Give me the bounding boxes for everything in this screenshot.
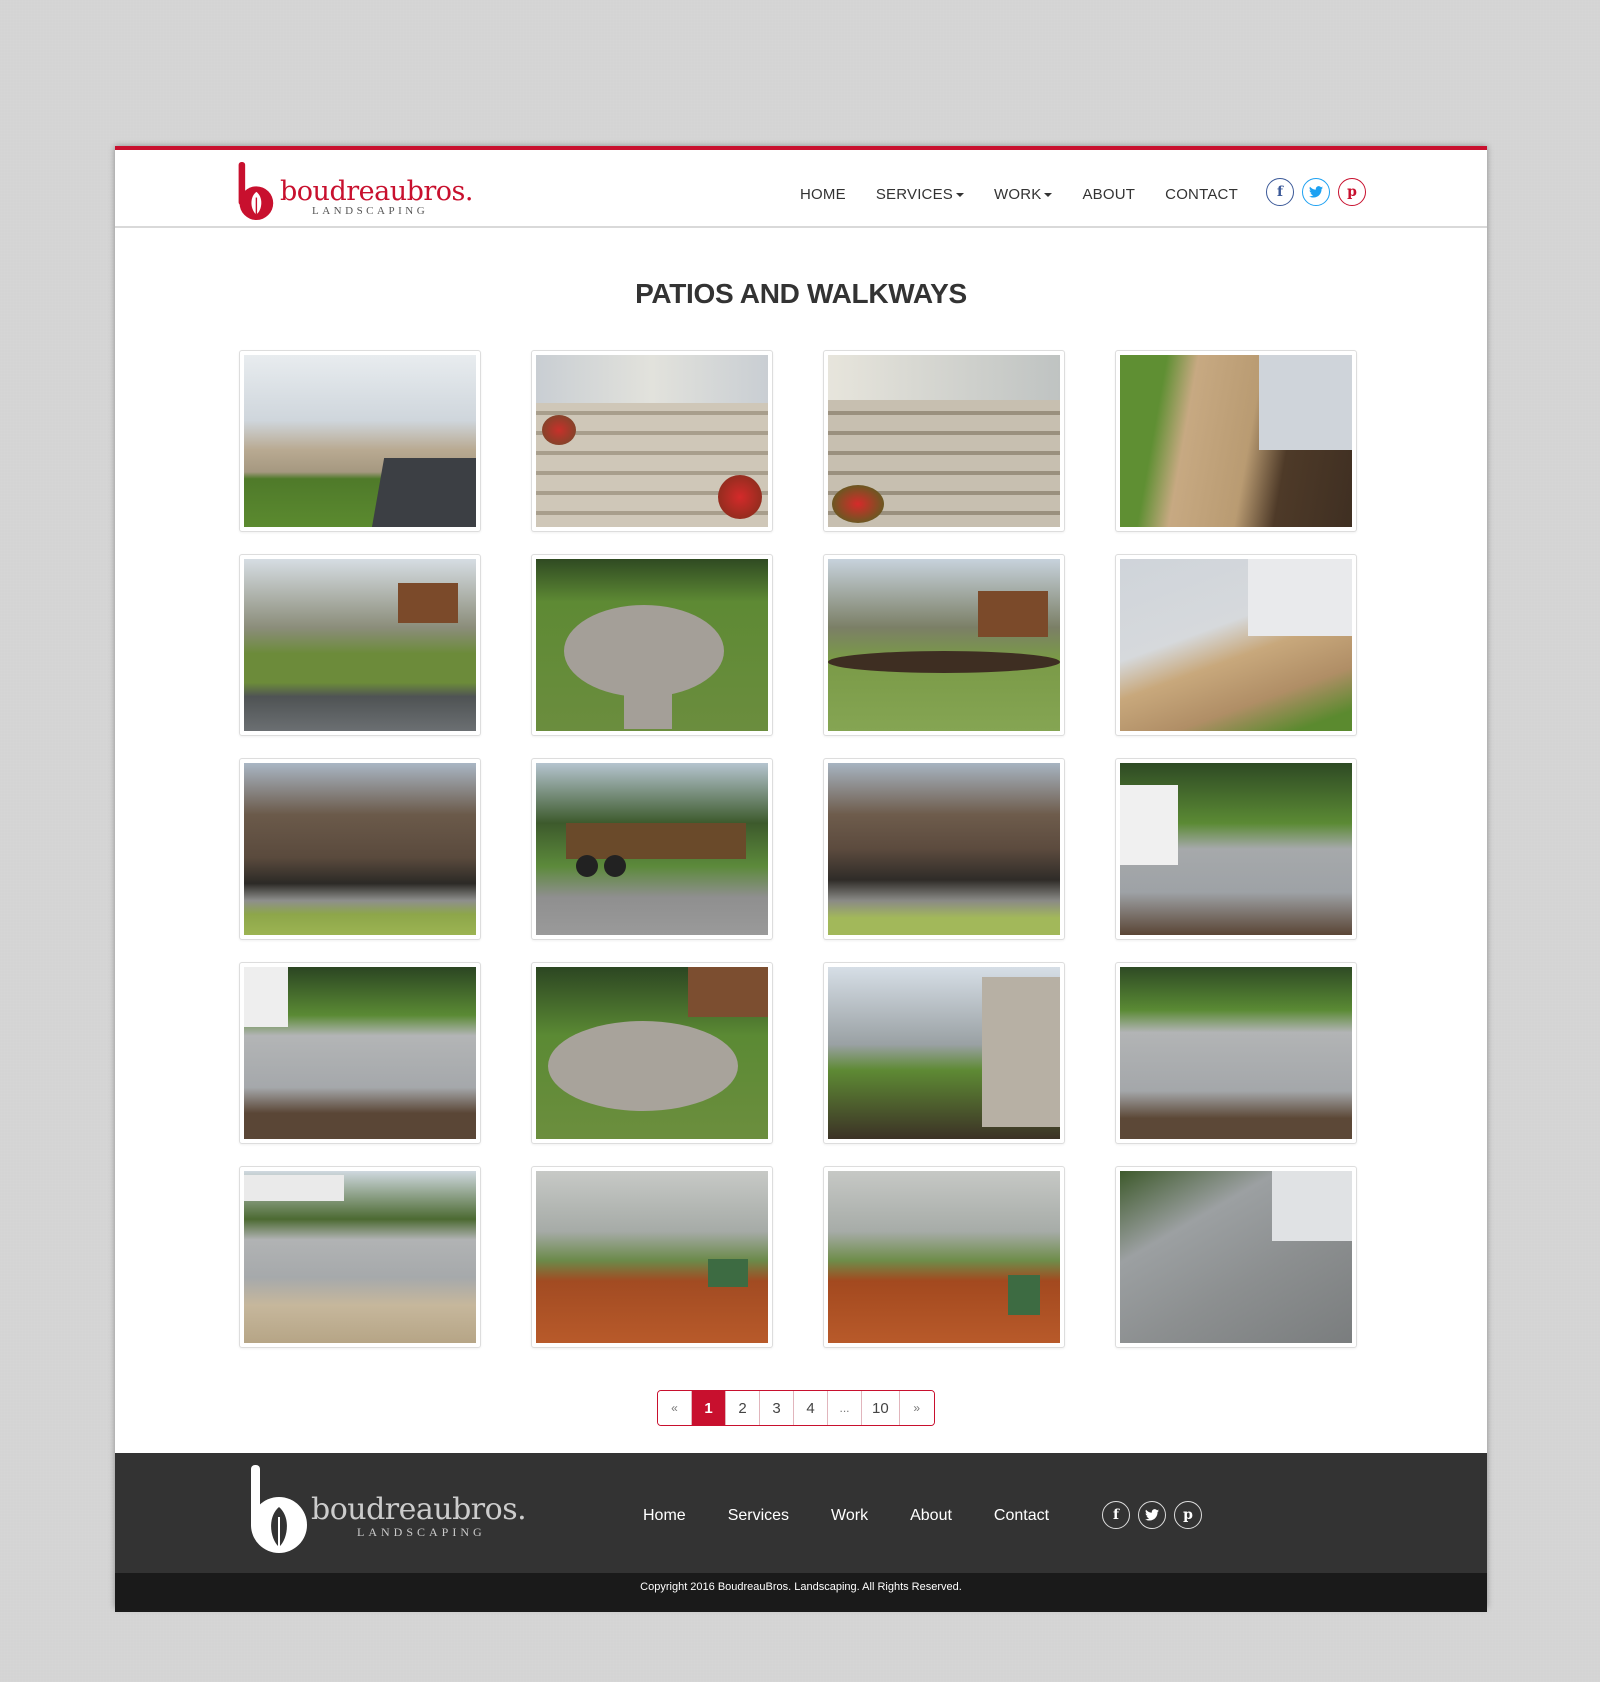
photo-boulder-garden-in-woods [244,763,476,935]
photo-circular-patio-by-deck [536,967,768,1139]
gallery-thumb-9[interactable] [239,758,481,940]
footer-brand-name: boudreaubros. [311,1492,527,1527]
photo-boulder-landscaping-in-woods [828,763,1060,935]
pagination: « 1 2 3 4 ... 10 » [657,1390,935,1426]
gallery-thumb-10[interactable] [531,758,773,940]
main-nav: HOME SERVICES WORK ABOUT CONTACT [800,186,1268,203]
photo-paver-patio-with-fire-pit-and-deck [1120,763,1352,935]
nav-home[interactable]: HOME [800,186,846,203]
photo-crew-working-by-stone-house [828,967,1060,1139]
photo-crew-spreading-mulch [536,1171,768,1343]
gallery-thumb-14[interactable] [531,962,773,1144]
nav-about[interactable]: ABOUT [1082,186,1135,203]
brand-wordmark: boudreaubros. LANDSCAPING [280,178,473,218]
brand-name: boudreaubros. [280,178,473,206]
footer-brand-subtitle: LANDSCAPING [357,1525,486,1539]
brand-name-part2: bros. [406,176,474,207]
header-social-links: f p [1266,178,1374,206]
footer-wordmark: boudreaubros. LANDSCAPING [311,1492,527,1557]
twitter-icon[interactable] [1138,1501,1166,1529]
footer-nav: Home Services Work About Contact [643,1507,1091,1525]
gallery-thumb-13[interactable] [239,962,481,1144]
footer-social-links: f p [1102,1501,1210,1529]
gallery-thumb-5[interactable] [239,554,481,736]
site-footer: boudreaubros. LANDSCAPING Home Services … [115,1453,1487,1573]
gallery-thumb-11[interactable] [823,758,1065,940]
photo-walkway-base-preparation [1120,1171,1352,1343]
brand-logo-mark-icon [238,162,274,220]
gallery-thumb-2[interactable] [531,350,773,532]
photo-sod-delivery-on-trailer [536,763,768,935]
pagination-page-4[interactable]: 4 [794,1391,828,1425]
twitter-bird-icon [1145,1509,1159,1521]
page-title: PATIOS AND WALKWAYS [635,278,967,309]
caret-down-icon [1044,192,1053,197]
gallery-thumb-12[interactable] [1115,758,1357,940]
photo-gallery [239,350,1363,1348]
gallery-thumb-1[interactable] [239,350,481,532]
nav-services-label: SERVICES [875,186,953,203]
pagination-page-3[interactable]: 3 [760,1391,794,1425]
nav-work-label: WORK [994,186,1042,203]
twitter-bird-icon [1309,186,1323,198]
pagination-next[interactable]: » [899,1391,934,1425]
pagination-page-2[interactable]: 2 [726,1391,760,1425]
photo-paver-patio-fire-pit-wide [244,967,476,1139]
twitter-icon[interactable] [1302,178,1330,206]
photo-patio-fire-pit-with-plantings [1120,967,1352,1139]
footer-brand-name-part1: boudreau [311,1492,453,1527]
photo-round-paver-patio-on-lawn [536,559,768,731]
gallery-thumb-19[interactable] [823,1166,1065,1348]
pagination-ellipsis: ... [828,1391,862,1425]
caret-down-icon [956,192,964,197]
footer-nav-services[interactable]: Services [728,1507,789,1525]
footer-logo[interactable]: boudreaubros. LANDSCAPING [243,1461,527,1557]
gallery-thumb-20[interactable] [1115,1166,1357,1348]
photo-lawn-tree-and-pergola [828,559,1060,731]
gallery-thumb-18[interactable] [531,1166,773,1348]
photo-curved-paver-walkway-to-steps [1120,355,1352,527]
copyright-bar: Copyright 2016 BoudreauBros. Landscaping… [115,1573,1487,1612]
nav-work[interactable]: WORK [994,186,1053,203]
footer-nav-contact[interactable]: Contact [994,1507,1049,1525]
site-container: boudreaubros. LANDSCAPING HOME SERVICES … [115,146,1487,1612]
nav-services[interactable]: SERVICES [876,186,964,203]
copyright-text: Copyright 2016 BoudreauBros. Landscaping… [640,1581,962,1593]
facebook-icon[interactable]: f [1266,178,1294,206]
nav-contact-label: CONTACT [1165,186,1238,203]
nav-about-label: ABOUT [1082,186,1136,203]
nav-contact[interactable]: CONTACT [1165,186,1238,203]
gallery-thumb-4[interactable] [1115,350,1357,532]
facebook-icon[interactable]: f [1102,1501,1130,1529]
gallery-thumb-3[interactable] [823,350,1065,532]
pinterest-icon[interactable]: p [1174,1501,1202,1529]
photo-retaining-wall-and-pergola [244,559,476,731]
footer-logo-mark-icon [251,1465,307,1553]
gallery-thumb-7[interactable] [823,554,1065,736]
gallery-thumb-15[interactable] [823,962,1065,1144]
photo-front-steps-and-curved-walkway [244,355,476,527]
gallery-thumb-8[interactable] [1115,554,1357,736]
nav-home-label: HOME [800,186,846,203]
photo-crew-mulching-near-road [828,1171,1060,1343]
brand-logo[interactable]: boudreaubros. LANDSCAPING [233,158,474,224]
brand-name-part1: boudreau [280,176,407,207]
photo-paver-front-steps-closeup [828,355,1060,527]
footer-nav-about[interactable]: About [910,1507,952,1525]
site-header: boudreaubros. LANDSCAPING HOME SERVICES … [115,150,1487,228]
pagination-page-1[interactable]: 1 [692,1391,726,1425]
footer-nav-home[interactable]: Home [643,1507,686,1525]
footer-brand-name-part2: bros. [452,1492,527,1527]
gallery-thumb-17[interactable] [239,1166,481,1348]
footer-nav-work[interactable]: Work [831,1507,868,1525]
photo-paver-front-steps-with-flowers [536,355,768,527]
pinterest-icon[interactable]: p [1338,178,1366,206]
gallery-thumb-16[interactable] [1115,962,1357,1144]
photo-fire-pit-patio-with-new-plants [244,1171,476,1343]
pagination-page-10[interactable]: 10 [862,1391,900,1425]
gallery-thumb-6[interactable] [531,554,773,736]
pagination-prev[interactable]: « [658,1391,692,1425]
photo-steps-and-walkway-by-garage [1120,559,1352,731]
